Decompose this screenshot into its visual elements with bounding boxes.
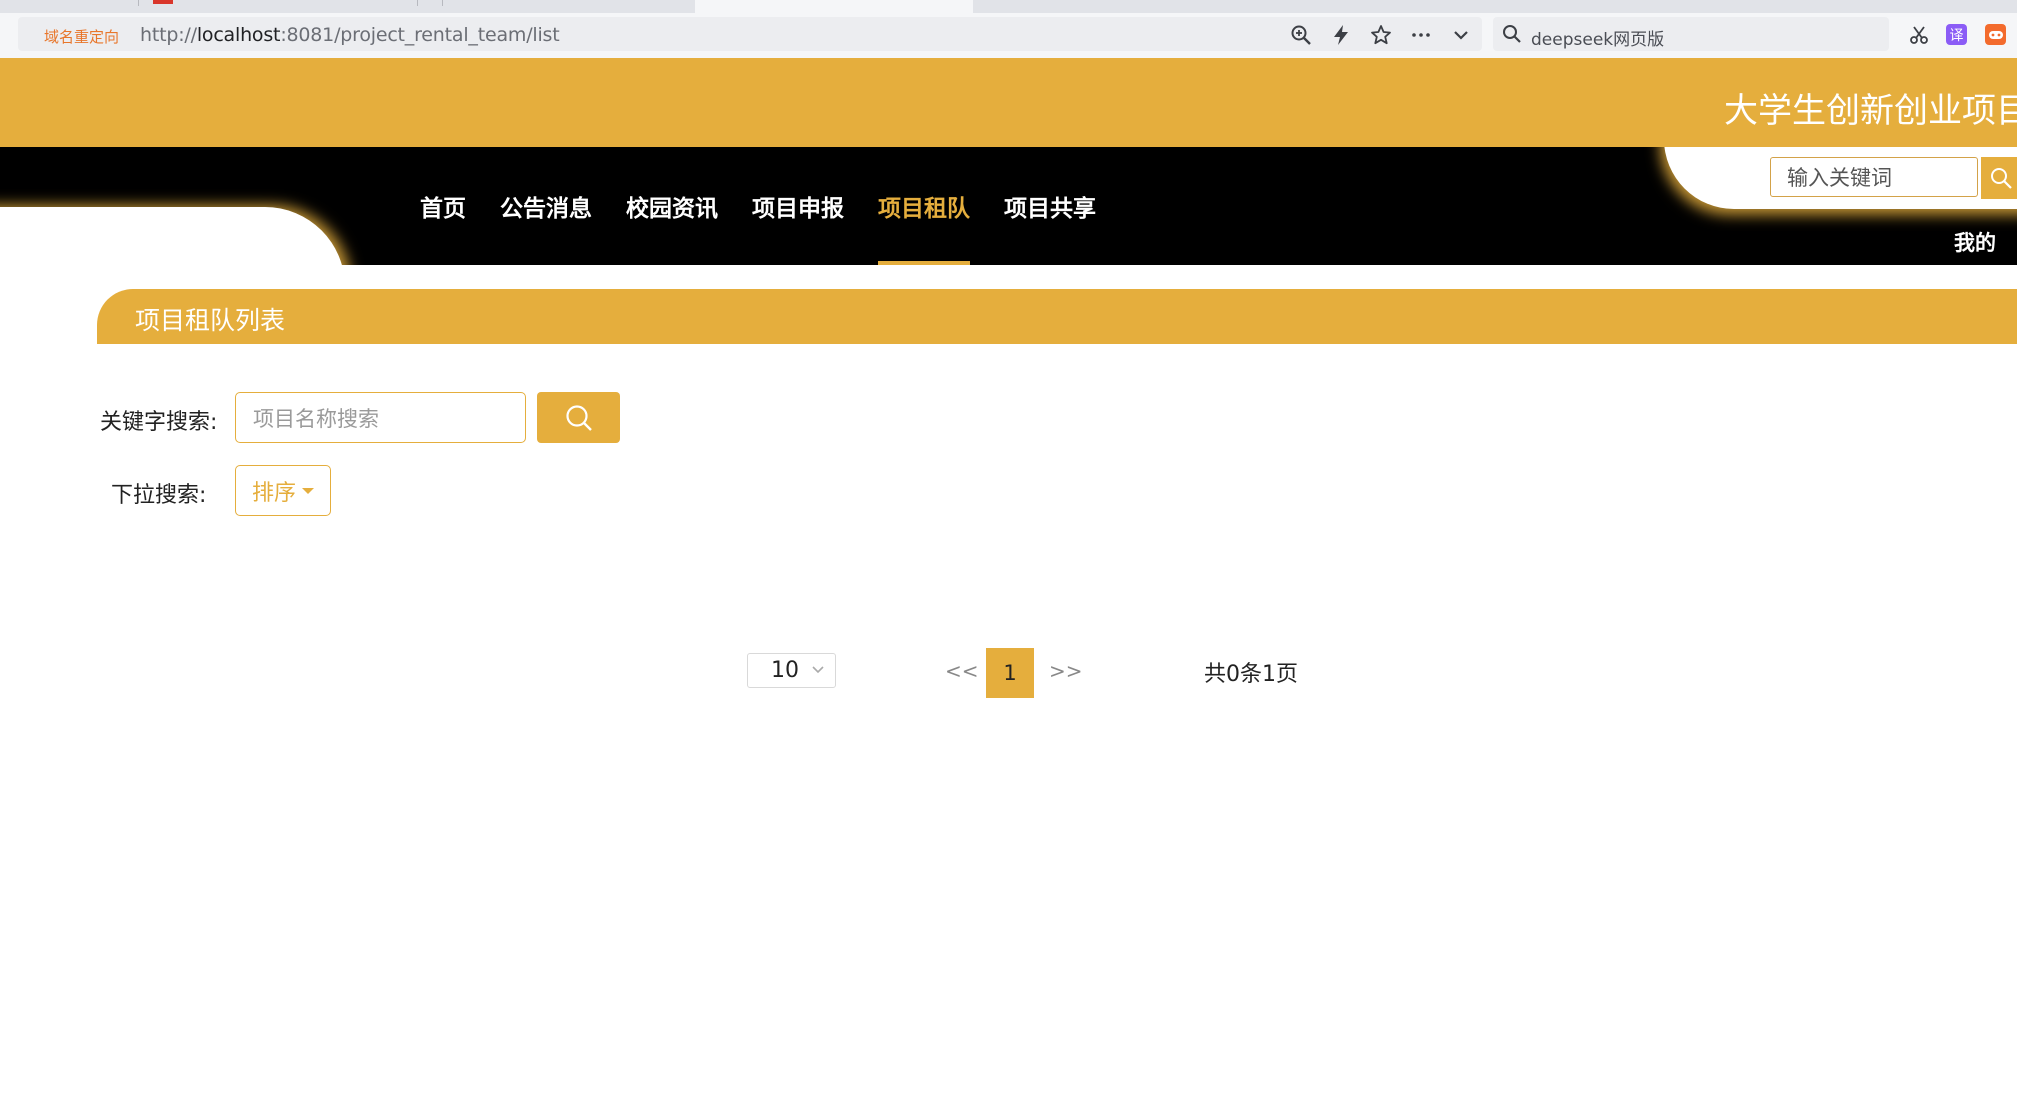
url-text[interactable]: http://localhost:8081/project_rental_tea… bbox=[140, 24, 560, 46]
lightning-icon[interactable] bbox=[1328, 22, 1354, 48]
game-icon[interactable] bbox=[1985, 24, 2006, 45]
browser-search-field[interactable]: deepseek网页版 bbox=[1493, 17, 1889, 51]
tab-separator bbox=[138, 0, 139, 6]
chevron-down-icon bbox=[812, 666, 824, 674]
search-icon bbox=[1499, 21, 1525, 47]
keyword-search-label: 关键字搜索: bbox=[100, 410, 218, 435]
caret-down-icon bbox=[302, 487, 314, 494]
redirect-tag[interactable]: 域名重定向 bbox=[44, 26, 119, 47]
site-banner: 大学生创新创业项目管 bbox=[0, 58, 2017, 147]
nav-item-project-team-rental[interactable]: 项目租队 bbox=[878, 147, 970, 265]
url-prefix: http:// bbox=[140, 24, 197, 46]
nav-item-project-application[interactable]: 项目申报 bbox=[752, 147, 844, 265]
prev-page-button[interactable]: << bbox=[945, 659, 979, 683]
nav-item-campus-news[interactable]: 校园资讯 bbox=[626, 147, 718, 265]
page-number-current[interactable]: 1 bbox=[986, 648, 1034, 698]
star-icon[interactable] bbox=[1368, 22, 1394, 48]
sort-dropdown[interactable]: 排序 bbox=[235, 465, 331, 516]
main-nav-bar: 首页 公告消息 校园资讯 项目申报 项目租队 项目共享 输入关键词 我的 bbox=[0, 147, 2017, 265]
site-title: 大学生创新创业项目管 bbox=[1724, 91, 2017, 131]
site-search-button[interactable] bbox=[1981, 157, 2017, 199]
more-icon[interactable] bbox=[1408, 22, 1434, 48]
url-field[interactable]: 域名重定向 http://localhost:8081/project_rent… bbox=[18, 17, 1482, 51]
zoom-icon[interactable] bbox=[1288, 22, 1314, 48]
dropdown-search-label: 下拉搜索: bbox=[111, 483, 207, 508]
translate-icon[interactable]: 译 bbox=[1946, 24, 1967, 45]
sort-label: 排序 bbox=[251, 480, 296, 506]
browser-search-text: deepseek网页版 bbox=[1531, 30, 1665, 50]
browser-tab-strip bbox=[0, 0, 2017, 13]
search-icon bbox=[565, 404, 592, 431]
scissors-icon[interactable] bbox=[1906, 22, 1932, 48]
pagination-total: 共0条1页 bbox=[1204, 662, 1298, 687]
tab-favicon bbox=[153, 0, 173, 4]
keyword-search-input[interactable]: 项目名称搜索 bbox=[235, 392, 526, 443]
site-search-input[interactable]: 输入关键词 bbox=[1770, 157, 1978, 197]
tab-separator bbox=[417, 0, 418, 6]
decorative-curve bbox=[0, 207, 345, 265]
keyword-search-button[interactable] bbox=[537, 392, 620, 443]
my-account-link[interactable]: 我的 bbox=[1954, 227, 1996, 257]
active-tab[interactable] bbox=[695, 0, 973, 13]
main-nav: 首页 公告消息 校园资讯 项目申报 项目租队 项目共享 bbox=[420, 147, 1130, 265]
list-header: 项目租队列表 bbox=[97, 289, 2017, 344]
chevron-down-icon[interactable] bbox=[1448, 22, 1474, 48]
next-page-button[interactable]: >> bbox=[1049, 659, 1083, 683]
search-icon bbox=[1991, 168, 2012, 189]
nav-item-announcements[interactable]: 公告消息 bbox=[500, 147, 592, 265]
page-size-select[interactable]: 10 bbox=[747, 653, 836, 688]
url-path: :8081/project_rental_team/list bbox=[280, 24, 560, 46]
tab-separator bbox=[442, 0, 443, 6]
nav-item-project-sharing[interactable]: 项目共享 bbox=[1004, 147, 1096, 265]
page-title: 项目租队列表 bbox=[135, 306, 286, 335]
page-size-value: 10 bbox=[771, 658, 799, 683]
url-host: localhost bbox=[196, 24, 281, 46]
translate-label: 译 bbox=[1949, 27, 1964, 44]
browser-address-bar: 域名重定向 http://localhost:8081/project_rent… bbox=[0, 13, 2017, 58]
nav-item-home[interactable]: 首页 bbox=[420, 147, 466, 265]
